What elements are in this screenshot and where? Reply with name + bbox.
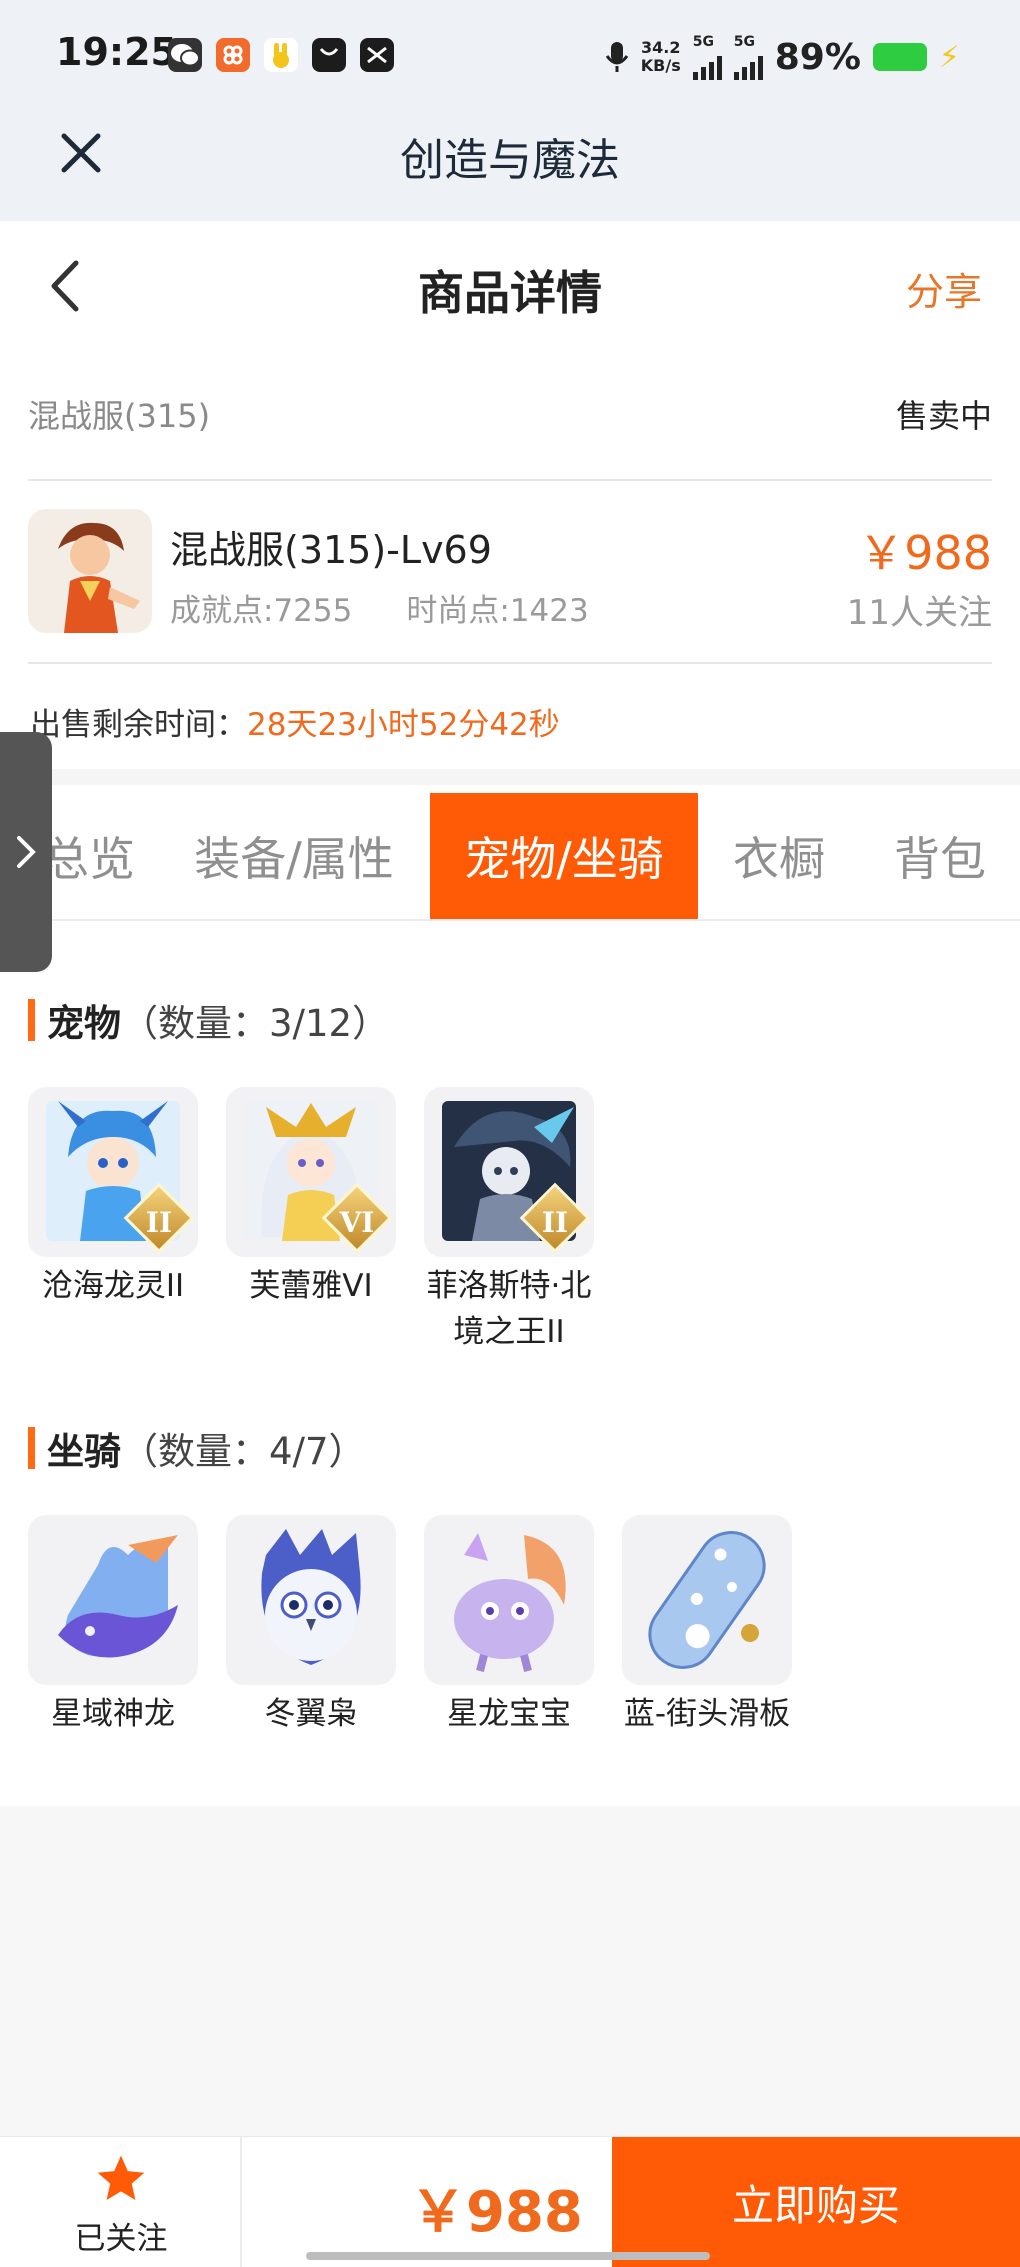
listing-price: ￥988 (858, 526, 992, 580)
tab-equipment[interactable]: 装备/属性 (174, 793, 414, 919)
rank-badge-text: II (541, 1206, 569, 1239)
signal-2: 5G (733, 34, 763, 80)
pet-name: 沧海龙灵II (41, 1268, 185, 1304)
mount-item[interactable]: 冬翼枭 (226, 1515, 396, 1737)
microphone-icon (605, 42, 629, 72)
divider (28, 662, 992, 664)
top-zone: 19:25 34.2 KB/s 5G 5G 89% ⚡ 创造与魔法 (0, 0, 1020, 221)
pet-name: 芙蕾雅VI (249, 1268, 373, 1304)
tab-wardrobe[interactable]: 衣橱 (714, 793, 844, 919)
mount-thumbnail (622, 1515, 792, 1685)
mounts-count: （数量：4/7） (121, 1430, 366, 1473)
follower-count: 11人关注 (846, 593, 992, 633)
mount-thumbnail (424, 1515, 594, 1685)
home-indicator[interactable] (306, 2252, 710, 2260)
mount-item[interactable]: 星域神龙 (28, 1515, 198, 1737)
app-icon-rabbit (264, 38, 298, 72)
status-app-icons (168, 38, 394, 72)
bottom-price: ￥988 (410, 2180, 583, 2245)
character-avatar[interactable] (28, 509, 152, 633)
network-speed: 34.2 KB/s (640, 38, 681, 75)
section-accent-bar (28, 1427, 35, 1469)
pets-count: （数量：3/12） (121, 1002, 390, 1045)
share-button[interactable]: 分享 (906, 261, 982, 316)
app-header: 创造与魔法 (0, 110, 1020, 221)
signal-bars-icon (692, 50, 722, 80)
mounts-title: 坐骑 (47, 1430, 121, 1473)
character-name: 混战服(315)-Lv69 (170, 528, 492, 572)
tab-backpack[interactable]: 背包 (870, 793, 1010, 919)
server-row: 混战服(315) 售卖中 (28, 391, 992, 441)
follow-label: 已关注 (74, 2221, 168, 2257)
battery-icon (872, 43, 927, 71)
fashion-points: 时尚点:1423 (406, 593, 589, 629)
mount-thumbnail (226, 1515, 396, 1685)
pet-item[interactable]: VI 芙蕾雅VI (226, 1087, 396, 1309)
signal-bars-icon (733, 50, 763, 80)
mount-name: 星域神龙 (51, 1696, 175, 1732)
rank-badge-text: II (145, 1206, 173, 1239)
tab-bar: 总览 装备/属性 宠物/坐骑 衣橱 背包 (0, 793, 1020, 921)
side-expand-handle[interactable] (0, 732, 52, 972)
star-icon (97, 2155, 145, 2200)
wechat-icon (168, 38, 202, 72)
mount-name: 蓝-街头滑板 (623, 1696, 791, 1732)
remaining-time-value: 28天23小时52分42秒 (247, 707, 560, 743)
pet-item[interactable]: II 菲洛斯特·北境之王II (424, 1087, 594, 1355)
pet-thumbnail: II (28, 1087, 198, 1257)
character-stats: 成就点:7255 时尚点:1423 (170, 585, 589, 630)
app-icon-orange (216, 38, 250, 72)
pet-item[interactable]: II 沧海龙灵II (28, 1087, 198, 1309)
page-header: 商品详情 分享 (0, 221, 1020, 351)
pets-title: 宠物 (47, 1002, 121, 1045)
mount-name: 冬翼枭 (264, 1696, 358, 1732)
divider (28, 479, 992, 481)
signal-1: 5G (692, 34, 722, 80)
mounts-section-title: 坐骑 （数量：4/7） (28, 1425, 366, 1473)
tab-pets-mounts[interactable]: 宠物/坐骑 (430, 793, 698, 919)
page-title: 商品详情 (418, 266, 602, 320)
charging-icon: ⚡ (938, 39, 960, 75)
mount-name: 星龙宝宝 (447, 1696, 571, 1732)
mount-item[interactable]: 星龙宝宝 (424, 1515, 594, 1737)
follow-button[interactable]: 已关注 (0, 2137, 242, 2267)
server-name: 混战服(315) (28, 397, 211, 435)
capcut-icon (360, 38, 394, 72)
section-accent-bar (28, 999, 35, 1041)
detail-panel: 商品详情 分享 混战服(315) 售卖中 混战服(315)-Lv69 成就点:7… (0, 221, 1020, 1806)
remaining-time: 出售剩余时间：28天23小时52分42秒 (30, 699, 560, 744)
pets-section-title: 宠物 （数量：3/12） (28, 997, 389, 1045)
pet-thumbnail: VI (226, 1087, 396, 1257)
status-time: 19:25 (56, 30, 177, 74)
status-bar: 19:25 34.2 KB/s 5G 5G 89% ⚡ (0, 0, 1020, 110)
rank-badge-text: VI (339, 1206, 375, 1239)
app-title: 创造与魔法 (400, 135, 620, 186)
pet-name: 菲洛斯特·北境之王II (426, 1268, 592, 1350)
achievement-points: 成就点:7255 (170, 593, 353, 629)
sale-status: 售卖中 (895, 397, 992, 435)
status-right: 34.2 KB/s 5G 5G 89% ⚡ (605, 34, 960, 80)
app-icon-dark (312, 38, 346, 72)
pet-thumbnail: II (424, 1087, 594, 1257)
battery-level: 89% (774, 36, 861, 78)
mount-item[interactable]: 蓝-街头滑板 (622, 1515, 792, 1737)
chevron-right-icon (17, 836, 36, 868)
tabs-spacer (0, 769, 1020, 785)
buy-now-button[interactable]: 立即购买 (612, 2137, 1020, 2267)
mount-thumbnail (28, 1515, 198, 1685)
remaining-time-label: 出售剩余时间： (30, 707, 247, 743)
bottom-action-bar: 已关注 ￥988 立即购买 (0, 2136, 1020, 2267)
